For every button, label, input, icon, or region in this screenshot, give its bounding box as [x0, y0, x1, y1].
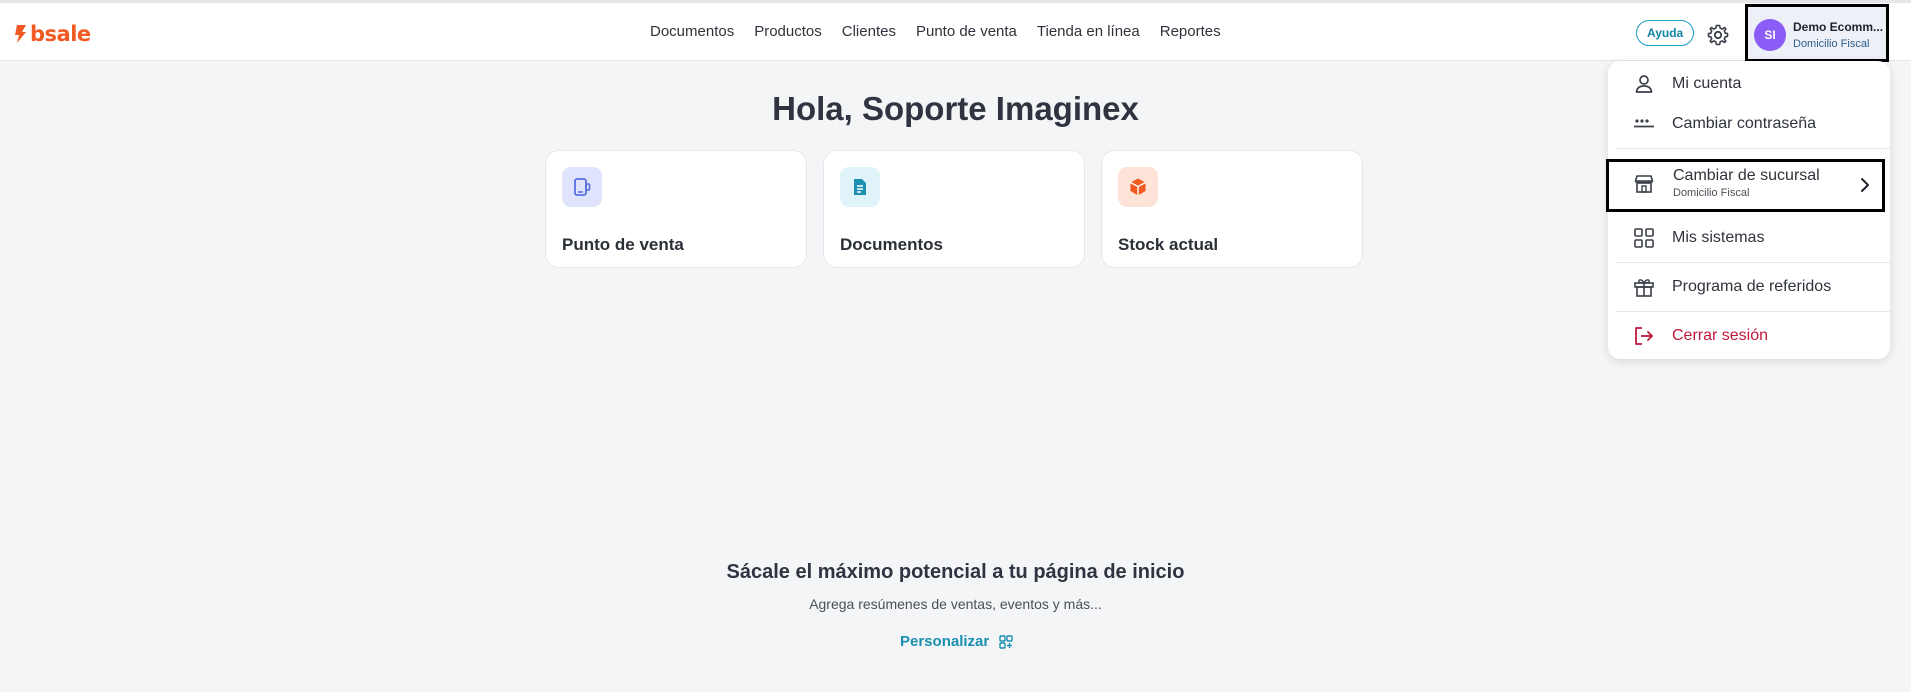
menu-label: Programa de referidos: [1672, 278, 1832, 295]
password-icon: [1634, 119, 1654, 128]
document-icon: [840, 167, 880, 207]
box-icon: [1118, 167, 1158, 207]
account-name: Demo Ecomm...: [1793, 20, 1884, 34]
personalize-button[interactable]: Personalizar: [900, 633, 1013, 650]
nav-reportes[interactable]: Reportes: [1160, 23, 1221, 40]
logo-text: bsale: [30, 22, 91, 46]
personalize-label: Personalizar: [900, 633, 990, 650]
customize-grid-icon: [999, 634, 1013, 649]
menu-label: Cambiar de sucursal: [1673, 167, 1820, 184]
gift-icon: [1634, 279, 1654, 297]
account-branch: Domicilio Fiscal: [1793, 38, 1870, 50]
menu-label: Mis sistemas: [1672, 229, 1765, 246]
card-label: Stock actual: [1118, 235, 1219, 254]
nav-documentos[interactable]: Documentos: [650, 23, 734, 40]
main-nav: Documentos Productos Clientes Punto de v…: [650, 23, 1221, 40]
nav-punto-de-venta[interactable]: Punto de venta: [916, 23, 1017, 40]
account-switcher[interactable]: SI Demo Ecomm... Domicilio Fiscal: [1745, 4, 1889, 62]
help-button[interactable]: Ayuda: [1636, 20, 1695, 46]
menu-divider: [1616, 311, 1890, 312]
nav-clientes[interactable]: Clientes: [842, 23, 896, 40]
menu-divider: [1616, 262, 1890, 263]
pos-icon: [562, 167, 602, 207]
card-label: Punto de venta: [562, 235, 684, 254]
gear-icon[interactable]: [1706, 23, 1730, 47]
user-icon: [1635, 75, 1653, 93]
shortcut-card-documentos[interactable]: Documentos: [823, 150, 1085, 268]
menu-item-cerrar-sesion[interactable]: Cerrar sesión: [1608, 316, 1890, 356]
menu-item-cambiar-contrasena[interactable]: Cambiar contraseña: [1608, 104, 1890, 144]
shortcut-card-stock-actual[interactable]: Stock actual: [1101, 150, 1363, 268]
promo-title: Sácale el máximo potencial a tu página d…: [726, 561, 1185, 583]
nav-productos[interactable]: Productos: [754, 23, 822, 40]
menu-item-cambiar-de-sucursal[interactable]: Cambiar de sucursal Domicilio Fiscal: [1606, 159, 1885, 212]
nav-tienda-en-linea[interactable]: Tienda en línea: [1037, 23, 1140, 40]
menu-item-mi-cuenta[interactable]: Mi cuenta: [1608, 64, 1890, 104]
current-branch-label: Domicilio Fiscal: [1673, 187, 1750, 199]
grid-icon: [1634, 228, 1654, 248]
menu-divider: [1616, 148, 1890, 149]
menu-label: Mi cuenta: [1672, 75, 1742, 92]
card-label: Documentos: [840, 235, 943, 254]
shortcut-card-punto-de-venta[interactable]: Punto de venta: [545, 150, 807, 268]
bsale-logo[interactable]: bsale: [14, 23, 91, 45]
chevron-right-icon: [1861, 178, 1869, 192]
avatar: SI: [1754, 19, 1786, 51]
logout-icon: [1635, 327, 1653, 345]
bsale-logo-icon: [15, 25, 26, 43]
store-icon: [1634, 175, 1654, 193]
menu-item-mis-sistemas[interactable]: Mis sistemas: [1608, 218, 1890, 258]
account-dropdown-menu: Mi cuenta Cambiar contraseña Cambiar de …: [1606, 61, 1890, 359]
menu-label: Cerrar sesión: [1672, 327, 1769, 344]
menu-label: Cambiar contraseña: [1672, 115, 1817, 132]
promo-subtitle: Agrega resúmenes de ventas, eventos y má…: [809, 596, 1102, 612]
top-navbar: bsale Documentos Productos Clientes Punt…: [0, 3, 1911, 62]
menu-item-programa-de-referidos[interactable]: Programa de referidos: [1608, 267, 1890, 307]
